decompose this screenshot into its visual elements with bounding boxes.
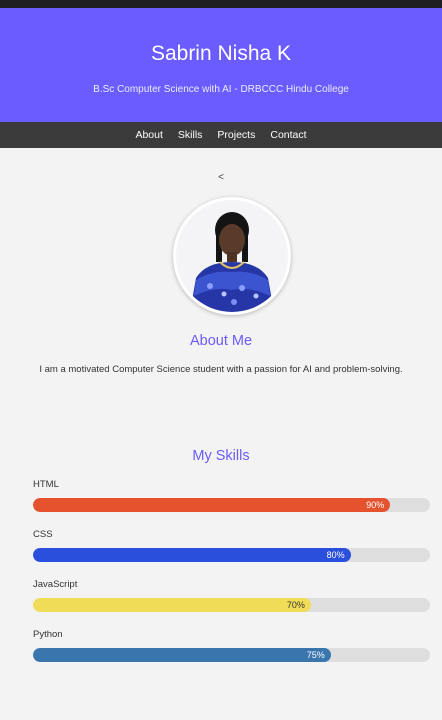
main-nav: About Skills Projects Contact (0, 122, 442, 148)
skill-javascript: JavaScript 70% (33, 580, 430, 612)
skill-bar-track: 70% (33, 598, 430, 612)
skill-bar-track: 75% (33, 648, 430, 662)
skill-css: CSS 80% (33, 530, 430, 562)
page-title: Sabrin Nisha K (150, 42, 292, 65)
skill-html: HTML 90% (33, 480, 430, 512)
page-subtitle: B.Sc Computer Science with AI - DRBCCC H… (93, 84, 349, 95)
carousel-prev-button[interactable]: < (0, 172, 442, 183)
site-header: Sabrin Nisha K B.Sc Computer Science wit… (0, 8, 442, 122)
browser-top-strip (0, 0, 442, 8)
nav-item-projects[interactable]: Projects (217, 129, 255, 141)
skill-percent-label: 90% (366, 500, 385, 510)
skill-name: JavaScript (33, 579, 78, 590)
skill-bar-fill: 90% (33, 498, 391, 512)
skill-percent-label: 75% (306, 650, 325, 660)
nav-item-about[interactable]: About (135, 129, 162, 141)
skill-name: CSS (33, 529, 53, 540)
nav-item-skills[interactable]: Skills (178, 129, 203, 141)
about-heading: About Me (189, 333, 253, 349)
skill-name: HTML (33, 479, 59, 490)
profile-photo-image (176, 200, 288, 312)
skill-bar-track: 90% (33, 498, 430, 512)
skill-percent-label: 70% (286, 600, 305, 610)
skills-heading: My Skills (192, 448, 250, 464)
profile-photo (173, 197, 291, 315)
skill-bar-fill: 70% (33, 598, 311, 612)
skill-bar-track: 80% (33, 548, 430, 562)
about-text: I am a motivated Computer Science studen… (39, 364, 403, 375)
skill-python: Python 75% (33, 630, 430, 662)
skill-name: Python (33, 629, 63, 640)
skill-bar-fill: 75% (33, 648, 331, 662)
skill-bar-fill: 80% (33, 548, 351, 562)
skill-percent-label: 80% (326, 550, 345, 560)
nav-item-contact[interactable]: Contact (270, 129, 306, 141)
